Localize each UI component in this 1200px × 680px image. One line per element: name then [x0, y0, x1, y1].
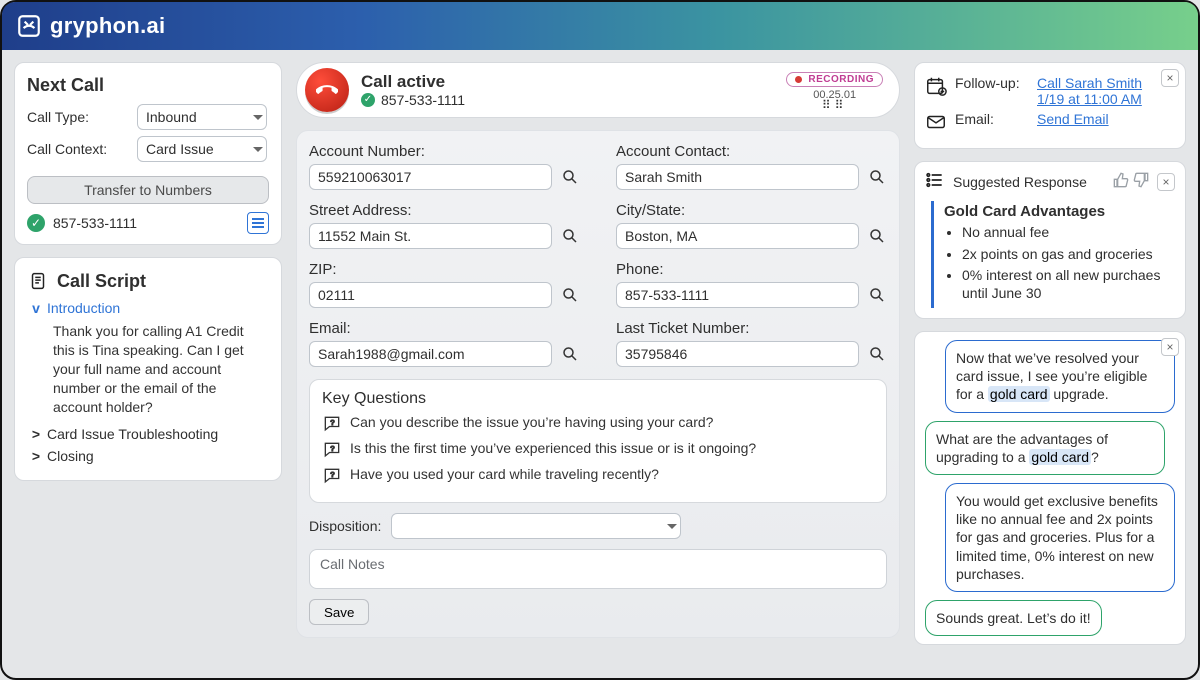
call-banner: Call active ✓ 857-533-1111 RECORDING 00.… — [296, 62, 900, 118]
top-bar: gryphon.ai — [2, 2, 1198, 50]
followup-call-link[interactable]: Call Sarah Smith — [1037, 75, 1142, 91]
ticket-label: Last Ticket Number: — [616, 320, 887, 337]
script-label: Closing — [47, 448, 94, 464]
chat-panel: × Now that we’ve resolved your card issu… — [914, 331, 1186, 645]
search-icon[interactable] — [560, 285, 580, 305]
call-context-select[interactable]: Card Issue — [137, 136, 267, 162]
chat-msg-customer: What are the advantages of upgrading to … — [925, 421, 1165, 475]
suggested-title: Suggested Response — [953, 174, 1087, 190]
dialpad-icon[interactable]: ⠿⠿ — [822, 103, 848, 108]
email-label: Email: — [309, 320, 580, 337]
city-label: City/State: — [616, 202, 887, 219]
check-circle-icon: ✓ — [27, 214, 45, 232]
call-context-label: Call Context: — [27, 141, 127, 157]
key-questions-panel: Key Questions ? Can you describe the iss… — [309, 379, 887, 503]
brand-group: gryphon.ai — [16, 13, 165, 39]
disposition-label: Disposition: — [309, 518, 381, 534]
caret-right-icon: > — [31, 448, 41, 464]
key-question-item: ? Have you used your card while travelin… — [322, 466, 874, 486]
list-icon — [925, 170, 945, 193]
close-icon[interactable]: × — [1161, 69, 1179, 87]
ticket-input[interactable] — [616, 341, 859, 367]
call-status: Call active — [361, 72, 465, 92]
suggested-bullet: 0% interest on all new purchaes until Ju… — [962, 267, 1175, 302]
svg-text:?: ? — [330, 418, 334, 427]
next-call-title: Next Call — [27, 75, 269, 96]
script-node-closing[interactable]: > Closing — [31, 448, 269, 464]
suggested-card-title: Gold Card Advantages — [944, 203, 1175, 220]
followup-panel: × Follow-up: Call Sarah Smith 1/19 at 11… — [914, 62, 1186, 149]
next-call-phone: 857-533-1111 — [53, 215, 137, 231]
script-label: Introduction — [47, 300, 120, 316]
email-icon — [925, 111, 947, 136]
search-icon[interactable] — [560, 226, 580, 246]
followup-time-link[interactable]: 1/19 at 11:00 AM — [1037, 91, 1142, 107]
key-question-item: ? Can you describe the issue you’re havi… — [322, 414, 874, 434]
account-number-label: Account Number: — [309, 143, 580, 160]
close-icon[interactable]: × — [1157, 173, 1175, 191]
calendar-add-icon — [925, 75, 947, 100]
chat-msg-agent: You would get exclusive benefits like no… — [945, 483, 1175, 592]
suggested-bullet: 2x points on gas and groceries — [962, 246, 1175, 264]
close-icon[interactable]: × — [1161, 338, 1179, 356]
key-questions-title: Key Questions — [322, 390, 874, 408]
zip-input[interactable] — [309, 282, 552, 308]
call-phone: 857-533-1111 — [381, 92, 465, 108]
disposition-select[interactable] — [391, 513, 681, 539]
search-icon[interactable] — [867, 226, 887, 246]
account-contact-label: Account Contact: — [616, 143, 887, 160]
call-type-label: Call Type: — [27, 109, 127, 125]
next-call-panel: Next Call Call Type: Inbound Call Contex… — [14, 62, 282, 245]
script-node-card-issue[interactable]: > Card Issue Troubleshooting — [31, 426, 269, 442]
street-input[interactable] — [309, 223, 552, 249]
brand-name: gryphon.ai — [50, 13, 165, 39]
gryphon-logo-icon — [16, 13, 42, 39]
account-contact-input[interactable] — [616, 164, 859, 190]
call-notes-input[interactable]: Call Notes — [309, 549, 887, 589]
followup-label: Follow-up: — [955, 75, 1029, 91]
save-button[interactable]: Save — [309, 599, 369, 625]
suggested-response-panel: Suggested Response × Gold Card Advantage… — [914, 161, 1186, 319]
street-label: Street Address: — [309, 202, 580, 219]
search-icon[interactable] — [560, 167, 580, 187]
scroll-icon — [27, 270, 49, 292]
account-panel: Account Number: Account Contact: Street … — [296, 130, 900, 638]
check-circle-icon: ✓ — [361, 93, 375, 107]
caret-down-icon: v — [31, 300, 41, 316]
script-body-introduction: Thank you for calling A1 Credit this is … — [53, 322, 269, 416]
email-label: Email: — [955, 111, 1029, 127]
suggested-bullet: No annual fee — [962, 224, 1175, 242]
chat-msg-agent: Now that we’ve resolved your card issue,… — [945, 340, 1175, 413]
email-input[interactable] — [309, 341, 552, 367]
chat-bubble-icon: ? — [322, 440, 342, 460]
city-input[interactable] — [616, 223, 859, 249]
phone-input[interactable] — [616, 282, 859, 308]
call-type-select[interactable]: Inbound — [137, 104, 267, 130]
svg-text:?: ? — [330, 470, 334, 479]
script-label: Card Issue Troubleshooting — [47, 426, 218, 442]
search-icon[interactable] — [867, 285, 887, 305]
recording-indicator: RECORDING — [786, 72, 883, 87]
svg-text:?: ? — [330, 444, 334, 453]
chat-bubble-icon: ? — [322, 414, 342, 434]
account-number-input[interactable] — [309, 164, 552, 190]
search-icon[interactable] — [867, 167, 887, 187]
thumbs-up-icon[interactable] — [1113, 172, 1129, 191]
zip-label: ZIP: — [309, 261, 580, 278]
call-script-title: Call Script — [57, 271, 146, 292]
chat-bubble-icon: ? — [322, 466, 342, 486]
send-email-link[interactable]: Send Email — [1037, 111, 1109, 127]
key-question-item: ? Is this the first time you’ve experien… — [322, 440, 874, 460]
hangup-button[interactable] — [305, 68, 349, 112]
document-icon[interactable] — [247, 212, 269, 234]
thumbs-down-icon[interactable] — [1133, 172, 1149, 191]
phone-label: Phone: — [616, 261, 887, 278]
transfer-to-numbers-button[interactable]: Transfer to Numbers — [27, 176, 269, 204]
caret-right-icon: > — [31, 426, 41, 442]
chat-msg-customer: Sounds great. Let’s do it! — [925, 600, 1102, 636]
search-icon[interactable] — [560, 344, 580, 364]
script-node-introduction[interactable]: v Introduction — [31, 300, 269, 316]
search-icon[interactable] — [867, 344, 887, 364]
call-script-panel: Call Script v Introduction Thank you for… — [14, 257, 282, 481]
